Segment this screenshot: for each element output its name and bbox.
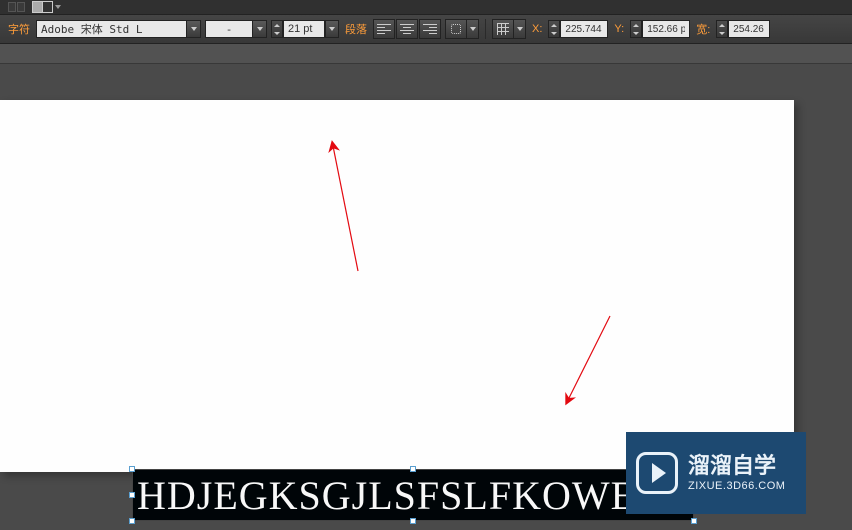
- selection-handle-sw[interactable]: [129, 518, 135, 524]
- effects-icon: [451, 24, 461, 34]
- effects-menu-button[interactable]: [445, 19, 467, 39]
- play-icon: [636, 452, 678, 494]
- grid-icon: [497, 23, 509, 35]
- align-right-button[interactable]: [419, 19, 441, 39]
- spinner-arrows-icon[interactable]: [271, 20, 283, 38]
- watermark-brand: 溜溜自学: [688, 453, 785, 479]
- width-spinner[interactable]: 254.26: [716, 20, 770, 38]
- toolbar-separator: [485, 19, 486, 39]
- layout-dropdown-icon[interactable]: [55, 3, 65, 11]
- dropdown-arrow-icon[interactable]: [325, 20, 339, 38]
- watermark-badge: 溜溜自学 ZIXUE.3D66.COM: [626, 432, 806, 514]
- document-canvas[interactable]: HDJEGKSGJLSFSLFKOWEJF 溜溜自学 ZIXUE.3D66.CO…: [0, 64, 852, 530]
- align-center-button[interactable]: [396, 19, 418, 39]
- width-value: 254.26: [733, 24, 764, 35]
- font-family-value: Adobe 宋体 Std L: [37, 21, 186, 37]
- doc-arrange-button[interactable]: [8, 2, 16, 12]
- selection-handle-nw[interactable]: [129, 466, 135, 472]
- selection-handle-w[interactable]: [129, 492, 135, 498]
- watermark-url: ZIXUE.3D66.COM: [688, 480, 785, 493]
- dropdown-arrow-icon[interactable]: [467, 19, 479, 39]
- font-size-value: 21 pt: [284, 23, 316, 35]
- paragraph-panel-link[interactable]: 段落: [343, 21, 369, 37]
- selected-text-frame[interactable]: HDJEGKSGJLSFSLFKOWEJF: [132, 469, 694, 521]
- y-coord-value: 152.66 p: [647, 24, 685, 35]
- selection-handle-n[interactable]: [410, 466, 416, 472]
- font-style-dropdown[interactable]: -: [205, 20, 267, 38]
- font-family-dropdown[interactable]: Adobe 宋体 Std L: [36, 20, 201, 38]
- options-toolbar: 字符 Adobe 宋体 Std L - 21 pt 段落: [0, 14, 852, 44]
- dropdown-arrow-icon[interactable]: [514, 19, 526, 39]
- x-coord-spinner[interactable]: 225.744: [548, 20, 608, 38]
- annotation-arrows: [0, 100, 794, 472]
- x-coord-value: 225.744: [565, 24, 601, 35]
- doc-arrange-button[interactable]: [17, 2, 25, 12]
- spinner-arrows-icon[interactable]: [548, 20, 560, 38]
- grid-rows-cols-button[interactable]: [492, 19, 514, 39]
- x-coord-label: X:: [530, 23, 544, 35]
- text-frame-content[interactable]: HDJEGKSGJLSFSLFKOWEJF: [133, 472, 676, 519]
- selection-handle-se[interactable]: [691, 518, 697, 524]
- secondary-toolbar: [0, 44, 852, 64]
- selection-handle-s[interactable]: [410, 518, 416, 524]
- font-style-value: -: [206, 23, 252, 36]
- window-tab-bar: [0, 0, 852, 14]
- text-align-group: [373, 19, 441, 39]
- spinner-arrows-icon[interactable]: [630, 20, 642, 38]
- dropdown-arrow-icon[interactable]: [186, 21, 200, 37]
- width-label: 宽:: [694, 21, 712, 37]
- spinner-arrows-icon[interactable]: [716, 20, 728, 38]
- screen-layout-icon[interactable]: [32, 1, 52, 13]
- dropdown-arrow-icon[interactable]: [252, 21, 266, 37]
- align-left-button[interactable]: [373, 19, 395, 39]
- y-coord-label: Y:: [612, 23, 626, 35]
- y-coord-spinner[interactable]: 152.66 p: [630, 20, 690, 38]
- font-size-spinner[interactable]: 21 pt: [271, 20, 339, 38]
- character-panel-link[interactable]: 字符: [6, 21, 32, 37]
- page-artboard: [0, 100, 794, 472]
